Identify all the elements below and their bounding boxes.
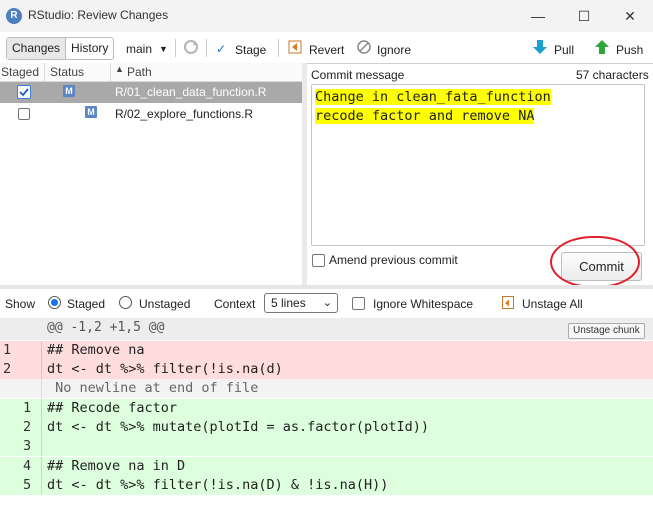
gutter-divider	[41, 418, 42, 437]
file-path: R/01_clean_data_function.R	[115, 85, 267, 99]
added-line[interactable]: 3	[0, 437, 653, 456]
commit-message-line: recode factor and remove NA	[315, 108, 535, 124]
panel-splitter[interactable]	[302, 63, 307, 285]
unstaged-radio[interactable]	[119, 296, 132, 309]
status-column-header[interactable]: Status	[50, 65, 84, 79]
hunk-header: @@ -1,2 +1,5 @@	[47, 320, 165, 335]
unstaged-radio-label: Unstaged	[139, 297, 191, 311]
added-line[interactable]: 4 ## Remove na in D	[0, 457, 653, 476]
show-label: Show	[5, 297, 36, 311]
divider	[278, 39, 279, 57]
divider	[110, 63, 111, 81]
minimize-icon[interactable]: —	[515, 0, 561, 32]
divider	[44, 63, 45, 81]
new-line-number: 1	[23, 400, 32, 416]
gutter-divider	[41, 457, 42, 476]
path-column-header[interactable]: Path	[127, 65, 152, 79]
new-line-number: 3	[23, 438, 32, 454]
maximize-icon[interactable]: ☐	[561, 0, 607, 32]
view-tabs: Changes History	[6, 37, 115, 60]
check-icon: ✓	[216, 42, 227, 56]
pull-arrow-icon[interactable]	[533, 39, 547, 58]
push-arrow-icon[interactable]	[595, 39, 609, 58]
amend-checkbox[interactable]	[312, 254, 325, 267]
file-row[interactable]: M R/01_clean_data_function.R	[0, 82, 302, 103]
staged-column-header[interactable]: Staged	[1, 65, 39, 79]
unstage-all-button[interactable]: Unstage All	[522, 297, 583, 311]
context-lines-select[interactable]: 5 lines ⌄	[264, 293, 338, 313]
context-label: Context	[214, 297, 256, 311]
code-text: dt <- dt %>% filter(!is.na(d)	[47, 361, 283, 377]
removed-line[interactable]: 1 ## Remove na	[0, 341, 653, 360]
ignore-button[interactable]: Ignore	[377, 42, 411, 58]
commit-message-line: Change in clean_fata_function	[315, 89, 551, 105]
new-line-number: 4	[23, 458, 32, 474]
tab-history[interactable]: History	[66, 38, 113, 59]
window-title: RStudio: Review Changes	[28, 8, 169, 22]
gutter-divider	[41, 360, 42, 379]
file-path: R/02_explore_functions.R	[115, 107, 254, 121]
commit-message-label: Commit message	[311, 68, 405, 82]
commit-message-input[interactable]: Change in clean_fata_function recode fac…	[311, 84, 645, 246]
removed-line[interactable]: 2 dt <- dt %>% filter(!is.na(d)	[0, 360, 653, 379]
unstage-chunk-button[interactable]: Unstage chunk	[568, 323, 645, 339]
ignore-whitespace-label: Ignore Whitespace	[373, 297, 474, 311]
push-button[interactable]: Push	[616, 42, 643, 58]
revert-button[interactable]: Revert	[309, 42, 344, 58]
stage-button[interactable]: Stage	[235, 42, 266, 58]
sort-up-icon: ▲	[115, 64, 124, 74]
refresh-icon[interactable]	[182, 38, 200, 59]
gutter-divider	[41, 379, 42, 398]
added-line[interactable]: 2 dt <- dt %>% mutate(plotId = as.factor(…	[0, 418, 653, 437]
red-circle-annotation	[550, 236, 640, 288]
unstage-all-icon[interactable]	[502, 296, 514, 312]
gutter-divider	[41, 476, 42, 495]
context-lines-value: 5 lines	[271, 296, 306, 310]
code-text: ## Recode factor	[47, 400, 178, 416]
file-row[interactable]: M R/02_explore_functions.R	[0, 103, 302, 124]
amend-label: Amend previous commit	[329, 253, 458, 267]
staged-radio[interactable]	[48, 296, 61, 309]
revert-icon[interactable]	[288, 40, 302, 57]
gutter-divider	[41, 437, 42, 456]
staged-checkbox[interactable]	[17, 85, 31, 99]
pull-button[interactable]: Pull	[554, 42, 574, 58]
branch-selector[interactable]: main	[126, 41, 152, 57]
rstudio-logo-icon: R	[6, 8, 22, 24]
code-text: ## Remove na in D	[47, 458, 186, 474]
divider	[206, 39, 207, 57]
close-icon[interactable]: ✕	[607, 0, 653, 32]
gutter-divider	[41, 399, 42, 418]
new-line-number: 2	[23, 419, 32, 435]
added-line[interactable]: 1 ## Recode factor	[0, 399, 653, 418]
context-line[interactable]: No newline at end of file	[0, 379, 653, 398]
tab-changes[interactable]: Changes	[7, 38, 66, 59]
old-line-number: 1	[3, 342, 12, 358]
code-text: ## Remove na	[47, 342, 145, 358]
old-line-number: 2	[3, 361, 12, 377]
code-text: dt <- dt %>% mutate(plotId = as.factor(p…	[47, 419, 430, 435]
chevron-down-icon[interactable]: ▼	[159, 41, 168, 57]
chevron-down-icon: ⌄	[322, 297, 332, 309]
modified-status-icon: M	[63, 85, 75, 97]
character-count: 57 characters	[576, 68, 649, 82]
added-line[interactable]: 5 dt <- dt %>% filter(!is.na(D) & !is.na(…	[0, 476, 653, 495]
staged-radio-label: Staged	[67, 297, 106, 311]
divider	[175, 39, 176, 57]
staged-checkbox[interactable]	[18, 108, 30, 120]
modified-status-icon: M	[85, 106, 97, 118]
ignore-icon[interactable]	[357, 40, 371, 57]
code-text: No newline at end of file	[47, 380, 259, 396]
ignore-whitespace-checkbox[interactable]	[352, 297, 365, 310]
new-line-number: 5	[23, 477, 32, 493]
code-text: dt <- dt %>% filter(!is.na(D) & !is.na(H…	[47, 477, 389, 493]
gutter-divider	[41, 341, 42, 360]
